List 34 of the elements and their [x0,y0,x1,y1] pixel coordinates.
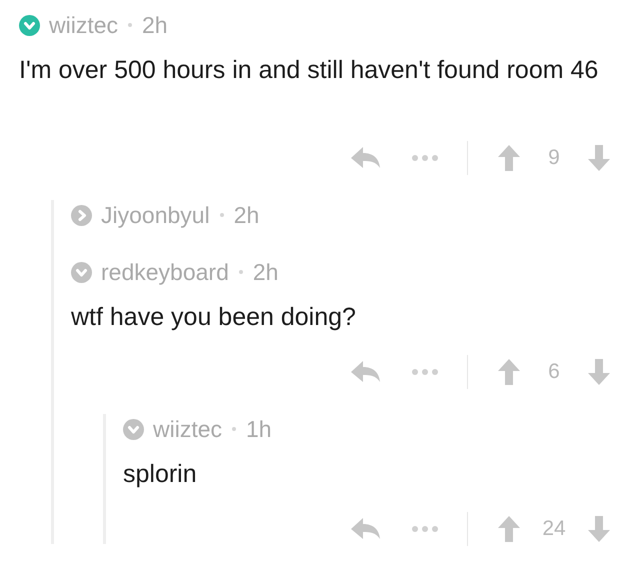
timestamp: 2h [234,202,260,228]
chevron-circle-icon[interactable] [71,204,92,226]
separator-dot [232,427,236,431]
vote-count: 9 [547,146,561,170]
comment-text: splorin [123,459,198,489]
reply-icon[interactable] [351,360,381,384]
chevron-circle-icon[interactable] [19,14,40,36]
more-icon[interactable] [411,154,439,162]
upvote-icon[interactable] [498,516,520,542]
separator-dot [238,270,243,274]
vote-count: 6 [547,360,561,384]
more-icon[interactable] [411,368,439,376]
username[interactable]: Jiyoonbyul [101,202,210,228]
downvote-icon[interactable] [588,359,610,385]
separator-dot [128,23,132,27]
reply-icon[interactable] [351,146,381,170]
upvote-icon[interactable] [498,359,520,385]
comment-text: wtf have you been doing? [71,302,357,332]
username[interactable]: wiiztec [49,12,118,38]
timestamp: 2h [252,258,278,286]
timestamp: 1h [246,416,272,442]
chevron-circle-icon[interactable] [71,262,92,282]
downvote-icon[interactable] [588,516,610,542]
downvote-icon[interactable] [588,145,610,171]
more-icon[interactable] [411,525,439,533]
comment-text: I'm over 500 hours in and still haven't found room 46 [19,55,600,85]
username[interactable]: redkeyboard [101,258,229,286]
chevron-circle-icon[interactable] [123,418,144,440]
username[interactable]: wiiztec [153,416,222,442]
vote-count: 24 [541,517,567,541]
separator-dot [220,213,224,217]
timestamp: 2h [142,12,168,38]
reply-icon[interactable] [351,517,381,541]
upvote-icon[interactable] [498,145,520,171]
